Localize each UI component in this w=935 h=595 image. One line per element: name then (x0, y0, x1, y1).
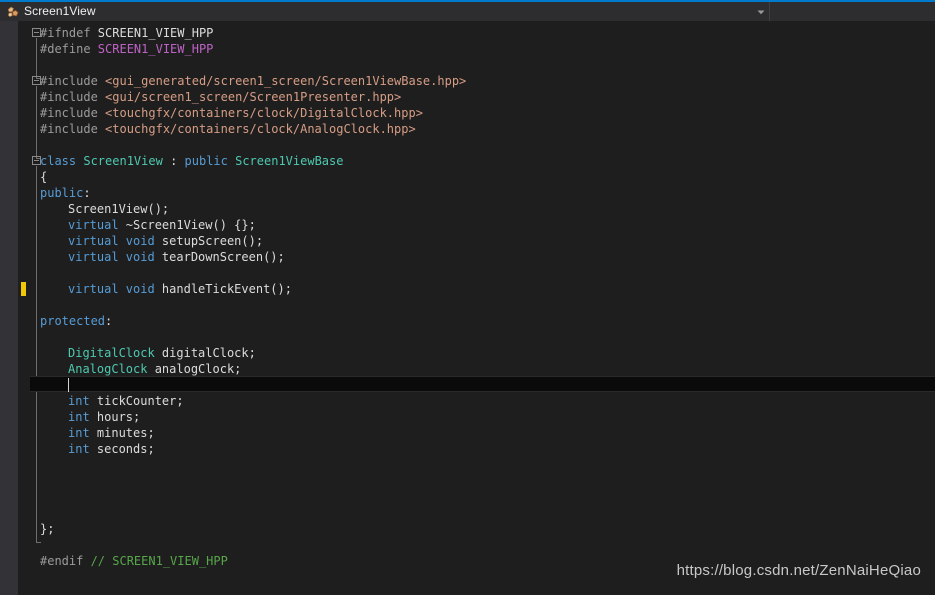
code-line[interactable]: class Screen1View : public Screen1ViewBa… (40, 153, 343, 169)
code-token-keyword: int (68, 426, 97, 440)
code-token-type: Screen1View (83, 154, 171, 168)
code-token-keyword: int (68, 394, 97, 408)
code-line[interactable]: #include <gui_generated/screen1_screen/S… (40, 73, 466, 89)
code-token-plain: minutes; (96, 426, 155, 440)
code-token-plain: }; (40, 522, 55, 536)
code-line[interactable]: int hours; (68, 409, 140, 425)
code-line[interactable]: #ifndef SCREEN1_VIEW_HPP (40, 25, 213, 41)
code-token-string: <touchgfx/containers/clock/AnalogClock.h… (105, 122, 416, 136)
code-token-plain: : (170, 154, 185, 168)
code-token-plain: : (83, 186, 91, 200)
code-token-plain: Screen1View(); (68, 202, 170, 216)
code-token-string: <gui/screen1_screen/Screen1Presenter.hpp… (105, 90, 402, 104)
code-line[interactable]: }; (40, 521, 54, 537)
code-token-keyword: virtual (68, 234, 126, 248)
watermark-text: https://blog.csdn.net/ZenNaiHeQiao (676, 562, 921, 579)
code-token-keyword: class (40, 154, 84, 168)
code-line[interactable]: DigitalClock digitalClock; (68, 345, 256, 361)
code-token-keyword: virtual (68, 250, 126, 264)
code-token-type: Screen1ViewBase (235, 154, 344, 168)
code-token-type: DigitalClock (68, 346, 162, 360)
code-text-surface[interactable]: #ifndef SCREEN1_VIEW_HPP #define SCREEN1_… (0, 21, 935, 595)
code-token-plain: handleTickEvent(); (161, 282, 292, 296)
code-line[interactable]: #define SCREEN1_VIEW_HPP (40, 41, 213, 57)
code-line[interactable]: int seconds; (68, 441, 155, 457)
current-line-highlight (30, 376, 935, 392)
code-token-plain: : (105, 314, 113, 328)
code-line[interactable]: protected: (40, 313, 112, 329)
code-token-plain: digitalClock; (161, 346, 256, 360)
code-token-macro: SCREEN1_VIEW_HPP (97, 42, 214, 56)
code-token-keyword: protected (40, 314, 106, 328)
code-token-keyword: void (125, 234, 162, 248)
code-line[interactable]: public: (40, 185, 91, 201)
code-line[interactable]: int tickCounter; (68, 393, 184, 409)
document-tab-screen1view[interactable]: Screen1View (0, 2, 770, 21)
code-line[interactable]: #include <gui/screen1_screen/Screen1Pres… (40, 89, 401, 105)
code-line[interactable]: #include <touchgfx/containers/clock/Anal… (40, 121, 416, 137)
code-token-pre: #include (40, 74, 106, 88)
code-line[interactable]: int minutes; (68, 425, 155, 441)
document-tab-bar: Screen1View (0, 2, 935, 21)
code-line[interactable]: #endif // SCREEN1_VIEW_HPP (40, 553, 228, 569)
code-token-plain: tearDownScreen(); (161, 250, 285, 264)
code-token-comment: // SCREEN1_VIEW_HPP (90, 554, 228, 568)
code-token-pre: #ifndef (40, 26, 98, 40)
text-caret (68, 378, 69, 392)
code-token-pre: #endif (40, 554, 91, 568)
code-token-keyword: public (40, 186, 84, 200)
code-token-string: <gui_generated/screen1_screen/Screen1Vie… (105, 74, 467, 88)
code-token-plain: analogClock; (154, 362, 242, 376)
unsaved-change-marker (21, 282, 26, 296)
code-line[interactable]: virtual void handleTickEvent(); (68, 281, 292, 297)
code-token-plain: hours; (96, 410, 141, 424)
code-line[interactable]: virtual void setupScreen(); (68, 233, 263, 249)
code-line[interactable]: AnalogClock analogClock; (68, 361, 241, 377)
code-token-keyword: virtual (68, 282, 126, 296)
code-token-pre: #include (40, 106, 106, 120)
code-line[interactable]: { (40, 169, 47, 185)
code-token-keyword: int (68, 442, 97, 456)
code-editor[interactable]: #ifndef SCREEN1_VIEW_HPP #define SCREEN1_… (0, 21, 935, 595)
code-token-plain: SCREEN1_VIEW_HPP (97, 26, 214, 40)
code-token-plain: seconds; (96, 442, 155, 456)
cpp-header-file-icon (6, 5, 20, 19)
code-token-plain: ~Screen1View() {}; (125, 218, 256, 232)
code-token-keyword: void (125, 282, 162, 296)
code-token-keyword: virtual (68, 218, 126, 232)
code-line[interactable]: #include <touchgfx/containers/clock/Digi… (40, 105, 423, 121)
code-line[interactable]: virtual ~Screen1View() {}; (68, 217, 256, 233)
document-tab-bar-empty-area (771, 2, 935, 21)
code-token-plain: { (40, 170, 48, 184)
document-tab-title: Screen1View (24, 4, 96, 18)
code-token-pre: #include (40, 90, 106, 104)
code-token-pre: #include (40, 122, 106, 136)
code-token-pre: #define (40, 42, 98, 56)
visual-studio-editor-window: Screen1View #ifndef SCREEN1_VIEW_HPP #def… (0, 0, 935, 595)
code-token-plain: tickCounter; (96, 394, 184, 408)
code-token-keyword: public (184, 154, 236, 168)
code-line[interactable]: Screen1View(); (68, 201, 169, 217)
code-token-keyword: int (68, 410, 97, 424)
code-token-keyword: void (125, 250, 162, 264)
code-token-string: <touchgfx/containers/clock/DigitalClock.… (105, 106, 423, 120)
code-token-plain: setupScreen(); (161, 234, 264, 248)
chevron-down-icon[interactable] (752, 2, 770, 21)
code-line[interactable]: virtual void tearDownScreen(); (68, 249, 285, 265)
code-token-type: AnalogClock (68, 362, 155, 376)
